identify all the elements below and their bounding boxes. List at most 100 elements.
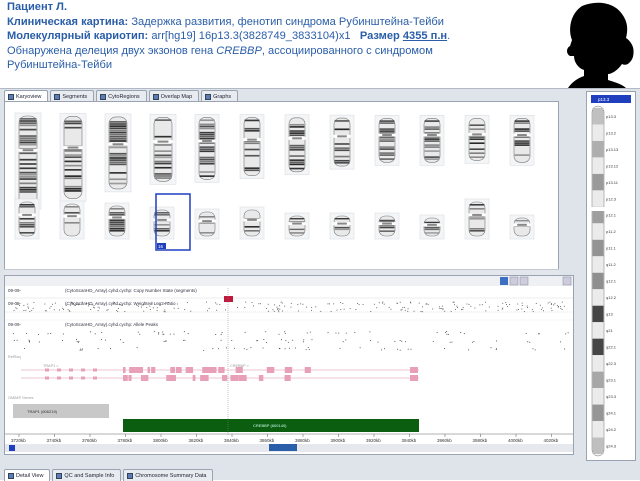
zoom-button[interactable]	[500, 277, 508, 285]
ideogram-band[interactable]	[592, 421, 604, 438]
chromosome-12[interactable]	[509, 115, 535, 166]
chromosome-23[interactable]	[464, 198, 490, 240]
ideogram-band-label: q12.1	[606, 279, 617, 284]
ruler-tick-label: 3900kb	[331, 438, 346, 443]
karyogram: 16	[14, 112, 535, 251]
slide-header: Пациент Л. Клиническая картина: Задержка…	[0, 0, 548, 88]
ideogram-band[interactable]	[592, 256, 604, 273]
ideogram-band-label: q12.2	[606, 295, 617, 300]
chromosome-10[interactable]	[419, 115, 445, 166]
karyoview-panel: 16	[4, 101, 559, 271]
ideogram-band[interactable]	[592, 305, 604, 323]
ruler-tick-label: 3780kb	[118, 438, 133, 443]
chromosome-20[interactable]	[329, 212, 355, 240]
chromosome-14[interactable]	[59, 200, 85, 240]
chromosome-5[interactable]	[194, 114, 220, 183]
chromosome-22[interactable]	[419, 214, 445, 240]
chromosome-24[interactable]	[509, 214, 535, 240]
ruler-tick-label: 3940kb	[402, 438, 417, 443]
ideogram-bands	[591, 105, 605, 457]
ideogram-band[interactable]	[592, 140, 604, 158]
ideogram-band[interactable]	[592, 322, 604, 339]
tab-label: CytoRegions	[108, 93, 140, 100]
chromosome-15[interactable]	[104, 202, 130, 240]
finding-prefix: Обнаружена делеция двух экзонов гена	[7, 44, 214, 57]
ideogram-band-label: p12.1	[606, 213, 617, 218]
chromosome-2[interactable]	[59, 113, 87, 202]
ideogram-band-label: q24.1	[606, 410, 617, 415]
ideogram-band[interactable]	[592, 108, 604, 125]
ideogram-band[interactable]	[592, 355, 604, 372]
log2-title: (CytoScanHD_Array).cyhd.cychp: Weighted …	[65, 301, 176, 306]
chromosome-21[interactable]	[374, 212, 400, 240]
settings-button[interactable]	[519, 276, 529, 286]
ideogram-band[interactable]	[592, 289, 604, 306]
ideogram-band[interactable]	[592, 388, 604, 405]
tab-label: Detail View	[16, 472, 44, 479]
ruler-tick-label: 3880kb	[295, 438, 310, 443]
chromosome-16[interactable]	[149, 206, 175, 240]
karyogram-row-1	[14, 112, 535, 210]
ideogram-band-label: p11.2	[606, 229, 616, 234]
tab-chromosome-summary[interactable]: Chromosome Summary Data	[123, 469, 214, 481]
overview-locator[interactable]	[269, 444, 297, 451]
tab-detail-view[interactable]: Detail View	[4, 469, 51, 481]
ideogram-band[interactable]	[592, 272, 604, 290]
karyotype-value: arr[hg19] 16p13.3(3828749_3833104)x1	[151, 30, 351, 43]
chromosome-1[interactable]	[14, 112, 42, 210]
chromosome-19[interactable]	[284, 212, 310, 240]
refseq-label: RefSeq	[8, 355, 21, 359]
chromosome-17[interactable]	[194, 208, 220, 240]
copy-number-loss-segment[interactable]	[224, 296, 233, 302]
ideogram-band-label: q23.1	[606, 378, 617, 383]
patient-title: Пациент Л.	[7, 1, 68, 13]
summary-icon	[127, 472, 134, 479]
detail-toolbar	[5, 276, 573, 286]
chromosome-4[interactable]	[149, 114, 177, 185]
chromosome-13[interactable]	[14, 198, 40, 240]
gene-name: CREBBP	[216, 44, 262, 57]
ruler-tick-label: 4020kb	[544, 438, 559, 443]
ideogram-band-label: p13.11	[606, 180, 619, 185]
allele-title: (CytoScanHD_Array).cyhd.cychp: Allele Pe…	[65, 322, 159, 327]
clinical-text: Задержка развития, фенотип синдрома Руби…	[131, 15, 444, 28]
ideogram-band[interactable]	[592, 124, 604, 141]
ideogram-band[interactable]	[592, 173, 604, 191]
tab-qc-sample-info[interactable]: QC and Sample Info	[52, 469, 122, 481]
chromosome-6[interactable]	[239, 114, 265, 179]
trap1-gene-label: TRAP1 (606219)	[27, 409, 58, 414]
ideogram-band[interactable]	[592, 239, 604, 257]
chromosome-3[interactable]	[104, 113, 132, 193]
chromosome-8[interactable]	[329, 114, 355, 170]
ideogram-band[interactable]	[592, 223, 604, 240]
pan-button[interactable]	[509, 276, 519, 286]
chromosome-ideogram: p13.3 p13.3p13.2p13.13p13.12p13.11p12.3p…	[591, 95, 631, 457]
ruler-tick-label: 4000kb	[508, 438, 523, 443]
ideogram-band[interactable]	[592, 371, 604, 389]
ideogram-band[interactable]	[592, 437, 604, 454]
ideogram-band[interactable]	[592, 404, 604, 422]
segments-icon	[54, 93, 61, 100]
chromosome-18[interactable]	[239, 206, 265, 240]
ideogram-top-label: p13.3	[598, 97, 610, 102]
ideogram-band-label: p13.13	[606, 147, 619, 152]
ideogram-band-label: q22.3	[606, 361, 617, 366]
chromosome-7[interactable]	[284, 114, 310, 176]
overview-chr-badge	[9, 445, 15, 451]
ideogram-band-label: p11.1	[606, 246, 616, 251]
ideogram-selected-band[interactable]	[591, 95, 631, 103]
ideogram-band-label: p12.3	[606, 196, 617, 201]
chromosome-11[interactable]	[464, 115, 490, 164]
ideogram-band-label: q13	[606, 312, 613, 317]
size-label: Размер	[359, 30, 400, 43]
chromosome-16-label: 16	[158, 244, 164, 249]
chromosome-9[interactable]	[374, 115, 400, 166]
ideogram-band-label: q24.2	[606, 427, 617, 432]
close-button[interactable]	[562, 276, 572, 286]
ideogram-band[interactable]	[592, 157, 604, 174]
ideogram-band[interactable]	[592, 190, 604, 207]
allele-peaks-scatter	[12, 331, 569, 351]
tab-label: Karyoview	[16, 93, 42, 100]
ruler-tick-label: 3820kb	[189, 438, 204, 443]
ideogram-band[interactable]	[592, 338, 604, 356]
